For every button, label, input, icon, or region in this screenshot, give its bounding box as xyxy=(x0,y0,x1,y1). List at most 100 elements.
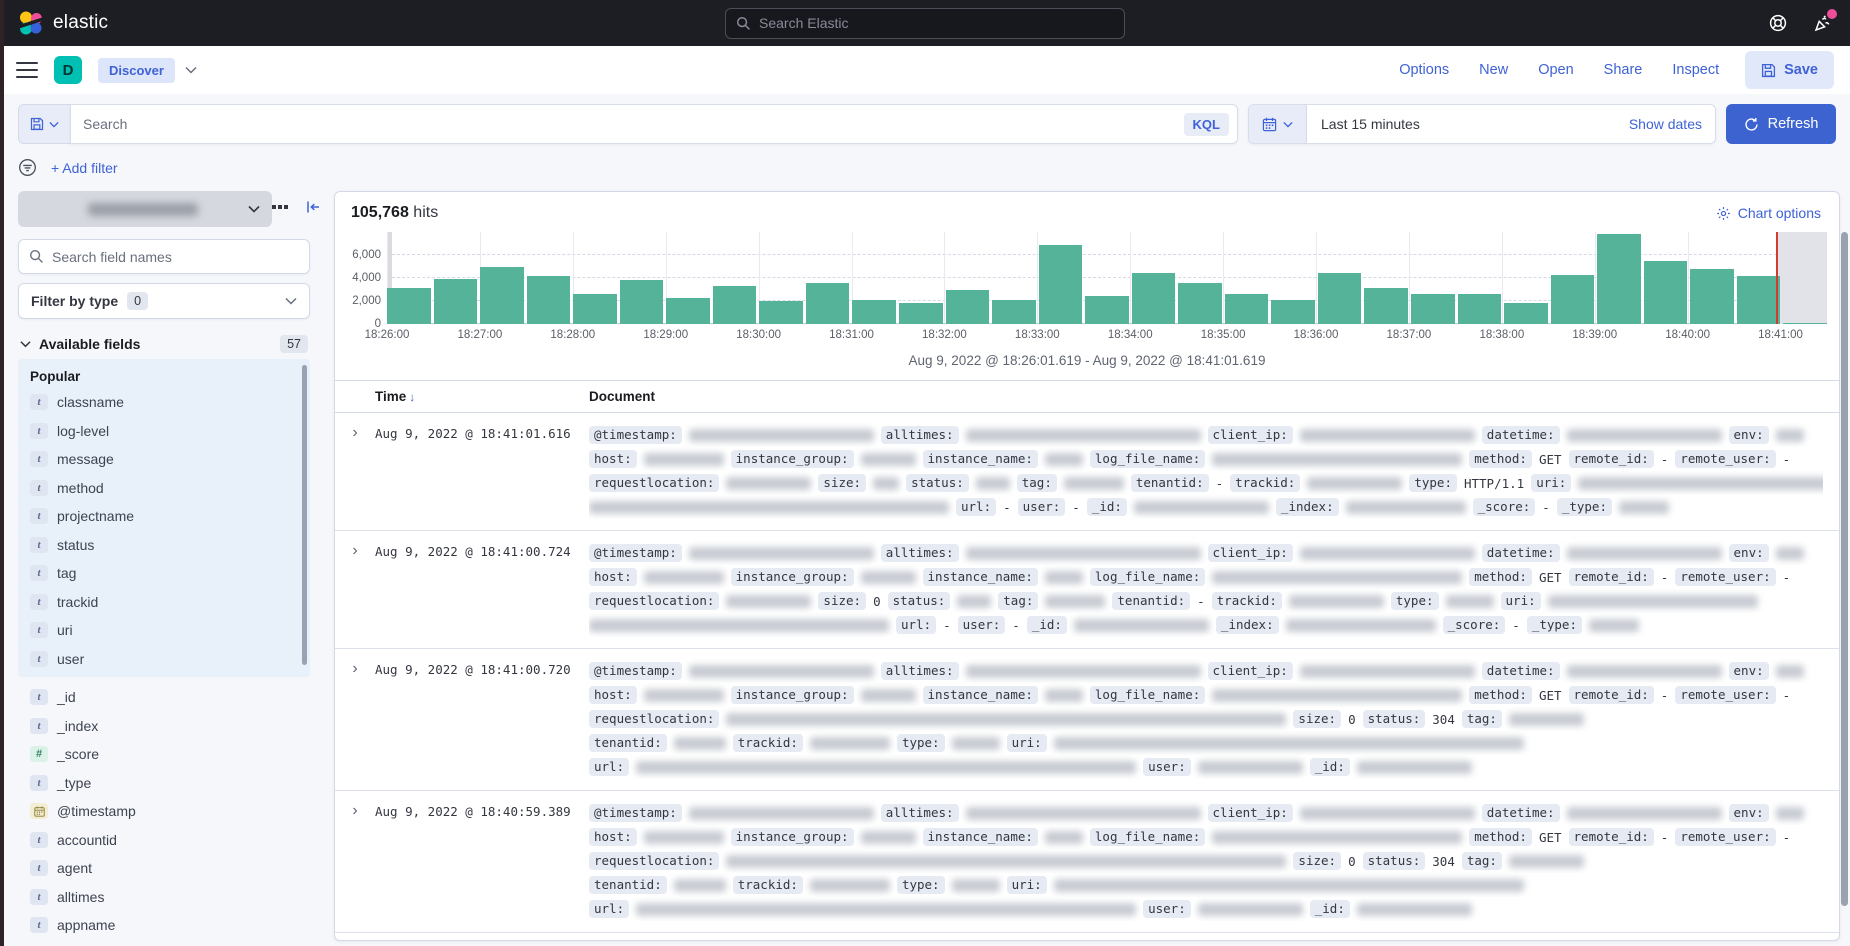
menu-icon[interactable] xyxy=(16,62,38,78)
field-key-instance_name: instance_name: xyxy=(923,568,1038,586)
row-document: @timestamp:alltimes:client_ip:datetime:e… xyxy=(589,541,1839,637)
discover-layout: Filter by type 0 Available fields 57 Pop… xyxy=(0,189,1850,941)
field-value: GET xyxy=(1539,830,1562,845)
data-view-selector[interactable] xyxy=(18,191,272,227)
saved-query-menu-button[interactable] xyxy=(18,104,70,144)
breadcrumb[interactable]: Discover xyxy=(98,58,175,83)
chart-options-button[interactable]: Chart options xyxy=(1716,205,1821,221)
field-name: _score xyxy=(57,746,99,762)
add-filter-button[interactable]: + Add filter xyxy=(51,160,118,176)
bar-18:38:00 xyxy=(1504,303,1548,324)
field-key-_id: _id: xyxy=(1087,498,1127,516)
show-dates-button[interactable]: Show dates xyxy=(1629,116,1715,132)
header-action-new[interactable]: New xyxy=(1479,62,1508,78)
field-item-_id[interactable]: t_id xyxy=(26,683,310,712)
field-item-projectname[interactable]: tprojectname xyxy=(26,502,310,531)
field-item-_index[interactable]: t_index xyxy=(26,712,310,741)
refresh-button[interactable]: Refresh xyxy=(1726,104,1836,144)
page-scrollbar[interactable] xyxy=(1841,198,1849,942)
bar-18:35:30 xyxy=(1271,300,1315,324)
query-input-box[interactable]: KQL xyxy=(70,104,1238,144)
collapse-sidebar-icon[interactable] xyxy=(305,199,321,215)
text-field-icon: t xyxy=(30,775,48,791)
field-item-alltimes[interactable]: talltimes xyxy=(26,883,310,912)
redacted-value xyxy=(1776,547,1804,560)
expand-row-icon[interactable]: › xyxy=(335,423,375,519)
time-column-header[interactable]: Time↓ xyxy=(375,389,589,404)
chevron-down-icon[interactable] xyxy=(185,66,197,74)
save-button[interactable]: Save xyxy=(1745,51,1834,89)
global-search-input[interactable] xyxy=(759,15,1114,31)
field-key-alltimes: alltimes: xyxy=(881,804,959,822)
field-item-uri[interactable]: turi xyxy=(26,616,310,645)
filter-by-type-label: Filter by type xyxy=(31,293,118,309)
histogram-y-axis: 02,0004,0006,000 xyxy=(341,232,387,324)
time-range-value[interactable]: Last 15 minutes xyxy=(1307,116,1420,132)
field-item-_score[interactable]: #_score xyxy=(26,740,310,769)
header-action-options[interactable]: Options xyxy=(1399,62,1449,78)
boxes-horizontal-icon[interactable] xyxy=(268,201,292,213)
elastic-brand[interactable]: elastic xyxy=(18,10,108,36)
kql-language-button[interactable]: KQL xyxy=(1184,113,1229,136)
bar-18:31:00 xyxy=(852,300,896,324)
date-picker: Last 15 minutes Show dates xyxy=(1248,104,1716,144)
field-item-appname[interactable]: tappname xyxy=(26,911,310,940)
field-item-tag[interactable]: ttag xyxy=(26,559,310,588)
field-item-agent[interactable]: tagent xyxy=(26,854,310,883)
redacted-value xyxy=(1045,453,1083,466)
redacted-value xyxy=(1300,665,1475,678)
available-fields-header[interactable]: Available fields 57 xyxy=(20,335,308,353)
field-item-classname[interactable]: tclassname xyxy=(26,388,310,417)
field-key-status: status: xyxy=(1363,710,1426,728)
field-item-@timestamp[interactable]: @timestamp xyxy=(26,797,310,826)
field-search-box[interactable] xyxy=(18,239,310,274)
header-action-inspect[interactable]: Inspect xyxy=(1672,62,1719,78)
bar-18:32:00 xyxy=(946,290,990,325)
sort-descending-icon[interactable]: ↓ xyxy=(409,390,415,404)
field-item-method[interactable]: tmethod xyxy=(26,474,310,503)
x-tick-18:28:00: 18:28:00 xyxy=(550,329,595,341)
global-search[interactable] xyxy=(725,8,1125,39)
query-input[interactable] xyxy=(83,116,1184,132)
expand-row-icon[interactable]: › xyxy=(335,659,375,779)
field-search-input[interactable] xyxy=(52,249,299,265)
discover-app-badge[interactable]: D xyxy=(54,56,82,84)
header-action-share[interactable]: Share xyxy=(1604,62,1643,78)
x-tick-18:31:00: 18:31:00 xyxy=(829,329,874,341)
field-item-message[interactable]: tmessage xyxy=(26,445,310,474)
filter-by-type-select[interactable]: Filter by type 0 xyxy=(18,283,310,319)
help-icon[interactable] xyxy=(1768,13,1788,33)
field-name: log-level xyxy=(57,423,109,439)
field-item-log-level[interactable]: tlog-level xyxy=(26,417,310,446)
field-item-user[interactable]: tuser xyxy=(26,645,310,674)
field-value: 304 xyxy=(1432,712,1455,727)
filter-icon[interactable] xyxy=(18,158,37,177)
redacted-value xyxy=(1357,761,1472,774)
notification-dot xyxy=(1827,9,1837,19)
redacted-data-view-name xyxy=(88,203,198,216)
expand-row-icon[interactable]: › xyxy=(335,801,375,921)
field-item-trackid[interactable]: ttrackid xyxy=(26,588,310,617)
redacted-value xyxy=(1776,429,1804,442)
field-item-accountid[interactable]: taccountid xyxy=(26,826,310,855)
field-item-status[interactable]: tstatus xyxy=(26,531,310,560)
field-value: GET xyxy=(1539,570,1562,585)
field-name: _type xyxy=(57,775,91,791)
field-key-instance_name: instance_name: xyxy=(923,450,1038,468)
page-scrollbar-thumb[interactable] xyxy=(1841,232,1848,906)
redacted-value xyxy=(1045,595,1105,608)
quick-select-menu-button[interactable] xyxy=(1249,105,1307,143)
y-tick-6,000: 6,000 xyxy=(352,249,381,261)
newsfeed-icon[interactable] xyxy=(1812,13,1832,33)
bar-18:36:00 xyxy=(1318,273,1362,324)
field-list-scrollbar[interactable] xyxy=(302,365,307,665)
header-action-open[interactable]: Open xyxy=(1538,62,1573,78)
field-key-instance_group: instance_group: xyxy=(731,686,854,704)
field-item-_type[interactable]: t _type xyxy=(26,769,310,798)
field-name: projectname xyxy=(57,508,134,524)
expand-row-icon[interactable]: › xyxy=(335,541,375,637)
x-tick-18:26:00: 18:26:00 xyxy=(365,329,410,341)
field-key-datetime: datetime: xyxy=(1482,804,1560,822)
field-value: - xyxy=(1512,618,1520,633)
histogram-plot[interactable] xyxy=(387,232,1827,324)
